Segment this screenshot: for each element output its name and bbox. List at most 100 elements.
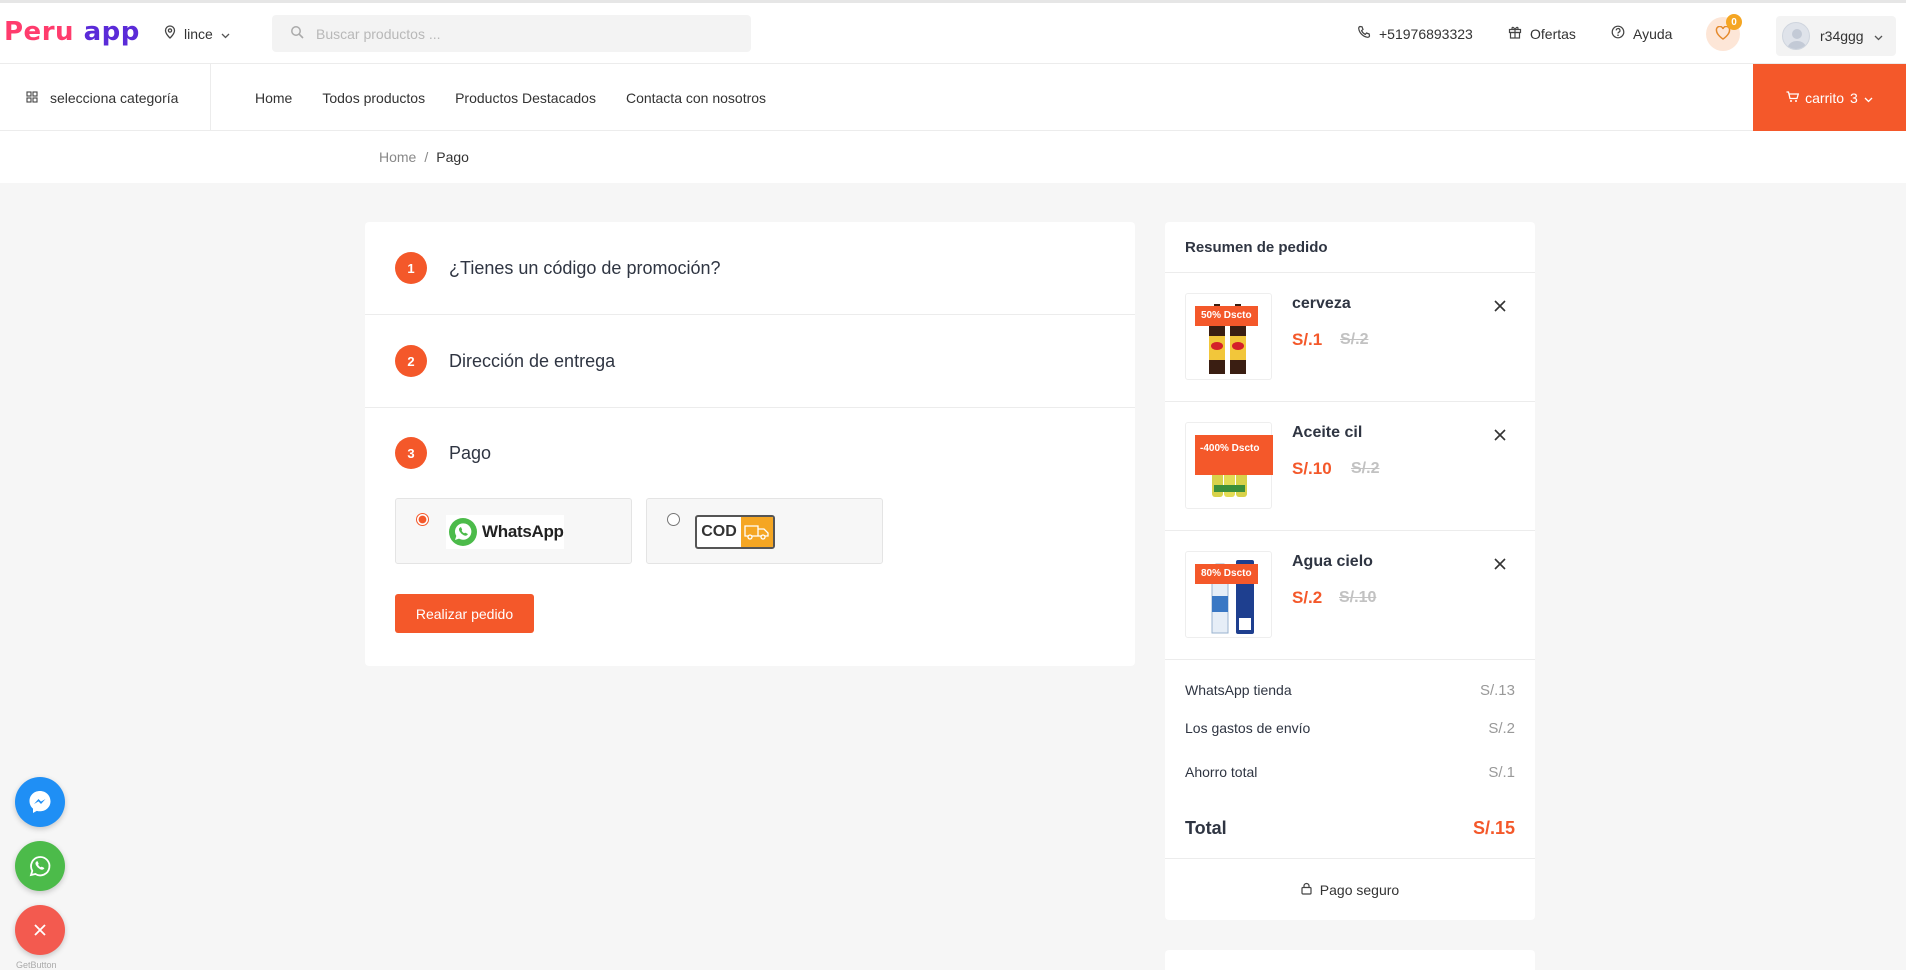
nav-link-contact[interactable]: Contacta con nosotros — [626, 90, 766, 106]
username: r34ggg — [1820, 28, 1864, 44]
product-old-price: S/.10 — [1339, 589, 1377, 606]
wishlist-button[interactable]: 0 — [1706, 14, 1742, 51]
breadcrumb-home[interactable]: Home — [379, 149, 416, 165]
close-icon — [34, 924, 46, 936]
nav-link-home[interactable]: Home — [255, 90, 292, 106]
payment-radio-whatsapp[interactable] — [416, 513, 429, 526]
summary-title: Resumen de pedido — [1165, 222, 1535, 273]
nav-link-featured[interactable]: Productos Destacados — [455, 90, 596, 106]
cod-logo: COD — [695, 515, 775, 549]
location-selector[interactable]: lince — [164, 25, 230, 42]
summary-row-label: WhatsApp tienda — [1185, 682, 1292, 698]
phone-link[interactable]: +51976893323 — [1357, 25, 1473, 42]
location-pin-icon — [164, 25, 176, 42]
offers-label: Ofertas — [1530, 25, 1576, 42]
cart-item: 80% Dscto Agua cielo S/.2 S/.10 — [1165, 531, 1535, 660]
messenger-icon — [29, 791, 51, 813]
discount-badge: -400% Dscto — [1195, 435, 1273, 475]
breadcrumb-current: Pago — [436, 149, 469, 165]
grid-icon — [26, 90, 38, 106]
close-widget-button[interactable] — [15, 905, 65, 955]
step-number: 2 — [395, 345, 427, 377]
checkout-panel: 1 ¿Tienes un código de promoción? 2 Dire… — [365, 222, 1135, 666]
delivery-truck-icon — [741, 517, 773, 547]
top-header: Peru app lince +51976893323 Ofertas Ay — [0, 0, 1906, 64]
cart-count: 3 — [1850, 89, 1858, 106]
location-label: lince — [184, 25, 213, 42]
summary-row-label: Ahorro total — [1185, 764, 1258, 780]
product-name[interactable]: cerveza — [1292, 295, 1351, 313]
search-input[interactable] — [316, 25, 716, 42]
whatsapp-chat-button[interactable] — [15, 841, 65, 891]
cart-icon — [1786, 90, 1800, 106]
product-old-price: S/.2 — [1340, 331, 1369, 348]
summary-row-value: S/.1 — [1488, 764, 1515, 781]
help-label: Ayuda — [1633, 25, 1673, 42]
summary-row-value: S/.13 — [1479, 682, 1515, 699]
summary-row-shipping: Los gastos de envío S/.2 — [1185, 720, 1515, 764]
cart-item: -400% Dscto Aceite cil S/.10 S/.2 — [1165, 402, 1535, 531]
step-title: Dirección de entrega — [449, 350, 616, 371]
offers-link[interactable]: Ofertas — [1508, 25, 1576, 42]
discount-badge: 50% Dscto — [1195, 306, 1258, 326]
step-number: 1 — [395, 252, 427, 284]
breadcrumb: Home / Pago — [379, 149, 469, 165]
whatsapp-label: WhatsApp — [482, 522, 564, 541]
remove-item-button[interactable] — [1491, 297, 1509, 315]
messenger-button[interactable] — [15, 777, 65, 827]
main-nav: selecciona categoría Home Todos producto… — [0, 64, 1906, 131]
lock-icon — [1301, 882, 1312, 898]
product-price: S/.2 — [1292, 588, 1323, 607]
cart-button[interactable]: carrito 3 — [1753, 64, 1906, 131]
remove-item-button[interactable] — [1491, 426, 1509, 444]
product-name[interactable]: Agua cielo — [1292, 553, 1373, 571]
summary-row-value: S/.2 — [1488, 720, 1515, 737]
breadcrumb-separator: / — [424, 149, 429, 165]
category-selector[interactable]: selecciona categoría — [0, 64, 211, 131]
close-icon — [1494, 558, 1506, 570]
gift-icon — [1508, 25, 1522, 42]
chevron-down-icon — [221, 26, 230, 42]
step-title: ¿Tienes un código de promoción? — [449, 257, 721, 278]
product-price: S/.10 — [1292, 459, 1332, 478]
payment-option-whatsapp[interactable]: WhatsApp — [395, 498, 632, 564]
close-icon — [1494, 429, 1506, 441]
step-promo-code[interactable]: 1 ¿Tienes un código de promoción? — [365, 222, 1135, 315]
secure-label: Pago seguro — [1319, 881, 1400, 898]
chevron-down-icon — [1864, 90, 1873, 106]
order-summary: Resumen de pedido 50% Dscto cerveza S/.1… — [1165, 222, 1535, 920]
getbutton-label: GetButton — [16, 960, 57, 970]
step-payment: 3 Pago WhatsApp COD Realizar pedido — [365, 408, 1135, 664]
step-title: Pago — [449, 442, 492, 463]
summary-row-savings: Ahorro total S/.1 — [1185, 764, 1515, 802]
search-bar — [272, 15, 751, 52]
payment-option-cod[interactable]: COD — [646, 498, 883, 564]
help-link[interactable]: Ayuda — [1611, 25, 1672, 42]
step-number: 3 — [395, 437, 427, 469]
logo[interactable]: Peru app — [4, 17, 140, 47]
whatsapp-icon — [29, 856, 51, 877]
total-label: Total — [1185, 817, 1227, 838]
promo-code-card — [1165, 950, 1535, 970]
close-icon — [1494, 300, 1506, 312]
avatar — [1782, 22, 1810, 50]
payment-radio-cod[interactable] — [667, 513, 680, 526]
cod-label: COD — [701, 523, 737, 540]
category-label: selecciona categoría — [50, 89, 179, 106]
summary-total: Total S/.15 — [1185, 808, 1515, 848]
product-name[interactable]: Aceite cil — [1292, 424, 1362, 442]
product-old-price: S/.2 — [1351, 460, 1380, 477]
help-circle-icon — [1611, 25, 1625, 42]
summary-row-label: Los gastos de envío — [1185, 720, 1311, 736]
step-delivery-address[interactable]: 2 Dirección de entrega — [365, 315, 1135, 408]
place-order-button[interactable]: Realizar pedido — [395, 594, 534, 633]
remove-item-button[interactable] — [1491, 555, 1509, 573]
secure-payment: Pago seguro — [1165, 858, 1535, 920]
cart-label: carrito — [1805, 89, 1845, 106]
product-price: S/.1 — [1292, 330, 1323, 349]
phone-number: +51976893323 — [1379, 25, 1473, 42]
phone-icon — [1357, 25, 1371, 42]
nav-link-all-products[interactable]: Todos productos — [322, 90, 425, 106]
summary-row-store: WhatsApp tienda S/.13 — [1185, 682, 1515, 720]
user-menu[interactable]: r34ggg — [1776, 16, 1896, 56]
